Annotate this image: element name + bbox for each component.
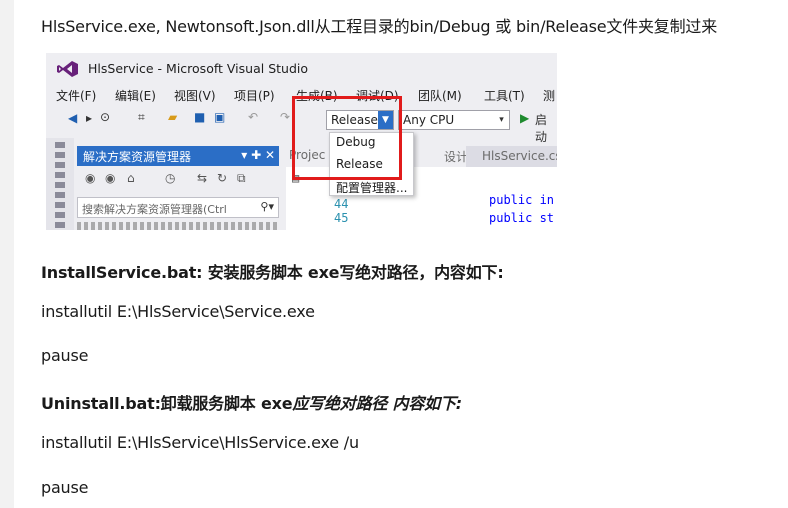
vs-titlebar: HlsService - Microsoft Visual Studio bbox=[46, 53, 557, 84]
left-margin-bar bbox=[0, 0, 14, 508]
menu-edit[interactable]: 编辑(E) bbox=[115, 87, 156, 104]
line-number: 44 bbox=[334, 197, 349, 211]
menu-tools[interactable]: 工具(T) bbox=[484, 87, 525, 104]
sync-icon[interactable]: ⇆ bbox=[197, 171, 207, 185]
history-icon[interactable]: ◷ bbox=[165, 171, 175, 185]
start-label[interactable]: 启动 bbox=[535, 111, 557, 145]
vs-window-title: HlsService - Microsoft Visual Studio bbox=[88, 61, 309, 76]
search-placeholder: 搜索解决方案资源管理器(Ctrl bbox=[82, 203, 227, 216]
line-number: 45 bbox=[334, 211, 349, 225]
forward-icon[interactable]: ▸ bbox=[86, 111, 92, 125]
uninstall-command: installutil E:\HlsService\HlsService.exe… bbox=[41, 433, 359, 452]
collapse-icon[interactable]: ⧉ bbox=[237, 171, 246, 186]
code-line: public in bbox=[489, 193, 555, 207]
uninstall-heading: Uninstall.bat:卸载服务脚本 exe应写绝对路径 内容如下: bbox=[41, 390, 462, 414]
solution-explorer-title: 解决方案资源管理器 bbox=[83, 150, 192, 164]
panel-controls[interactable]: ▾ ✚ ✕ bbox=[241, 148, 275, 162]
play-icon[interactable]: ▶ bbox=[520, 111, 529, 125]
tree-row[interactable] bbox=[77, 222, 279, 230]
solution-explorer-search[interactable]: 搜索解决方案资源管理器(Ctrl ⚲▾ bbox=[77, 197, 279, 218]
vs-screenshot: HlsService - Microsoft Visual Studio 文件(… bbox=[46, 53, 557, 230]
save-icon[interactable]: ■ bbox=[194, 110, 205, 124]
option-config-manager[interactable]: 配置管理器... bbox=[336, 179, 407, 196]
redo-icon[interactable]: ↷ bbox=[280, 110, 290, 124]
install-pause: pause bbox=[41, 346, 89, 365]
code-line: public st bbox=[489, 211, 555, 225]
forward-circle-icon[interactable]: ◉ bbox=[105, 171, 115, 185]
refresh-icon[interactable]: ↻ bbox=[217, 171, 227, 185]
uninstall-pause: pause bbox=[41, 478, 89, 497]
new-project-icon[interactable]: ⌗ bbox=[138, 110, 145, 125]
install-heading: InstallService.bat: 安装服务脚本 exe写绝对路径，内容如下… bbox=[41, 263, 504, 282]
menu-view[interactable]: 视图(V) bbox=[174, 87, 216, 104]
uninstall-heading-main: Uninstall.bat:卸载服务脚本 exe bbox=[41, 394, 293, 413]
install-command: installutil E:\HlsService\Service.exe bbox=[41, 302, 315, 321]
back-icon[interactable]: ◀ bbox=[68, 111, 77, 125]
menu-test[interactable]: 测 bbox=[543, 87, 555, 104]
forward-disabled-icon[interactable]: ⊙ bbox=[100, 110, 110, 124]
save-all-icon[interactable]: ▣ bbox=[214, 110, 225, 124]
open-folder-icon[interactable]: ▰ bbox=[168, 110, 177, 124]
search-icon[interactable]: ⚲▾ bbox=[260, 200, 274, 213]
chevron-down-icon: ▾ bbox=[499, 115, 504, 125]
home-icon[interactable]: ⌂ bbox=[127, 171, 135, 185]
menu-team[interactable]: 团队(M) bbox=[418, 87, 462, 104]
undo-icon[interactable]: ↶ bbox=[248, 110, 258, 124]
back-circle-icon[interactable]: ◉ bbox=[85, 171, 95, 185]
header-line: HlsService.exe, Newtonsoft.Json.dll从工程目录… bbox=[41, 17, 718, 36]
visual-studio-logo-icon bbox=[57, 61, 78, 77]
platform-value: Any CPU bbox=[403, 113, 455, 127]
uninstall-heading-note: 应写绝对路径 内容如下: bbox=[292, 394, 462, 413]
vertical-toolbox-strip[interactable] bbox=[46, 138, 74, 230]
tab-hlsservice-label: HlsService.cs bbox=[482, 149, 557, 163]
highlight-box bbox=[292, 96, 402, 180]
tab-hlsservice[interactable]: HlsService.cs bbox=[466, 146, 557, 167]
menu-project[interactable]: 项目(P) bbox=[234, 87, 275, 104]
solution-explorer-toolbar: ◉ ◉ ⌂ ◷ ⇆ ↻ ⧉ bbox=[77, 169, 279, 191]
platform-dropdown[interactable]: Any CPU ▾ bbox=[398, 110, 510, 130]
solution-explorer-header: 解决方案资源管理器 ▾ ✚ ✕ bbox=[77, 146, 279, 166]
menu-file[interactable]: 文件(F) bbox=[56, 87, 96, 104]
